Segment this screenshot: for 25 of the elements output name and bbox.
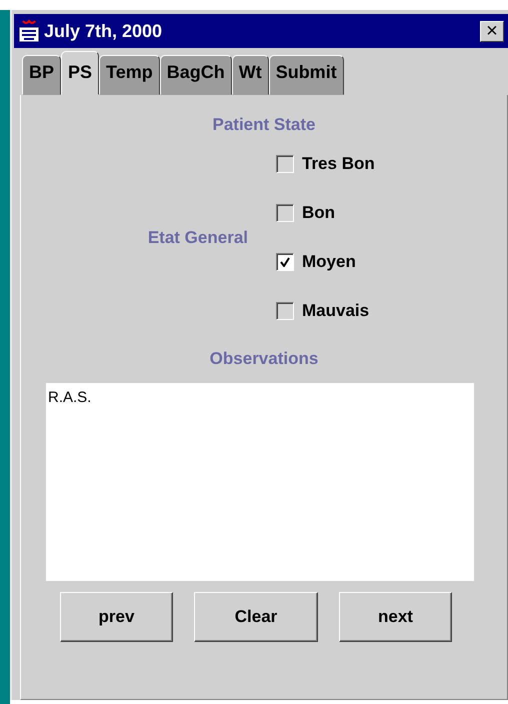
- action-button[interactable]: next: [339, 592, 452, 642]
- action-button[interactable]: Clear: [194, 592, 318, 642]
- checkbox[interactable]: [276, 253, 294, 271]
- option-label: Moyen: [302, 252, 356, 272]
- option-label: Tres Bon: [302, 154, 375, 174]
- tab[interactable]: BagCh: [160, 55, 232, 95]
- option-label: Mauvais: [302, 301, 370, 321]
- observations-field[interactable]: R.A.S.: [46, 383, 474, 581]
- checkbox[interactable]: [276, 302, 294, 320]
- checkbox[interactable]: [276, 155, 294, 173]
- tab[interactable]: Temp: [99, 55, 160, 95]
- field-label: Etat General: [146, 228, 249, 248]
- section-title: Patient State: [212, 115, 316, 135]
- checkmark-icon: [280, 257, 290, 267]
- action-button[interactable]: prev: [60, 592, 173, 642]
- tab[interactable]: BP: [22, 55, 62, 95]
- app-icon: [18, 19, 40, 43]
- option-label: Bon: [302, 203, 336, 223]
- tab[interactable]: Wt: [232, 55, 269, 95]
- tab[interactable]: PS: [61, 51, 100, 95]
- checkbox[interactable]: [276, 204, 294, 222]
- tab[interactable]: Submit: [268, 55, 344, 95]
- close-button[interactable]: ×: [480, 20, 504, 42]
- field-label: Observations: [210, 349, 318, 369]
- window-title: July 7th, 2000: [44, 20, 164, 42]
